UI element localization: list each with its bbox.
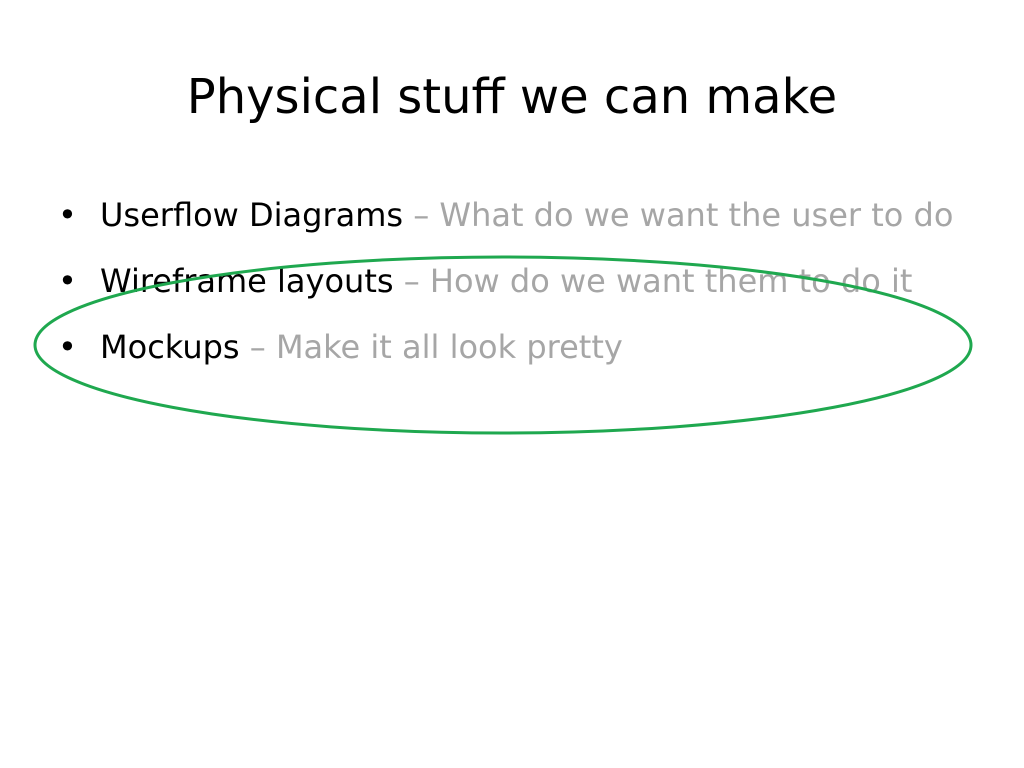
bullet-term: Mockups <box>100 328 240 366</box>
bullet-term: Userflow Diagrams <box>100 196 404 234</box>
slide: Physical stuff we can make • Userflow Di… <box>0 0 1024 768</box>
bullet-item-mockups: • Mockups – Make it all look pretty <box>58 320 980 374</box>
bullet-dot-icon: • <box>58 328 77 366</box>
bullet-description: – How do we want them to do it <box>393 262 913 300</box>
bullet-dot-icon: • <box>58 196 77 234</box>
bullet-description: – What do we want the user to do <box>403 196 954 234</box>
slide-title: Physical stuff we can make <box>186 69 838 125</box>
bullet-item-userflow: • Userflow Diagrams – What do we want th… <box>58 188 980 242</box>
bullet-item-wireframe: • Wireframe layouts – How do we want the… <box>58 254 980 308</box>
bullet-dot-icon: • <box>58 262 77 300</box>
bullet-description: – Make it all look pretty <box>239 328 623 366</box>
bullet-term: Wireframe layouts <box>100 262 394 300</box>
bullet-list: • Userflow Diagrams – What do we want th… <box>58 188 980 386</box>
